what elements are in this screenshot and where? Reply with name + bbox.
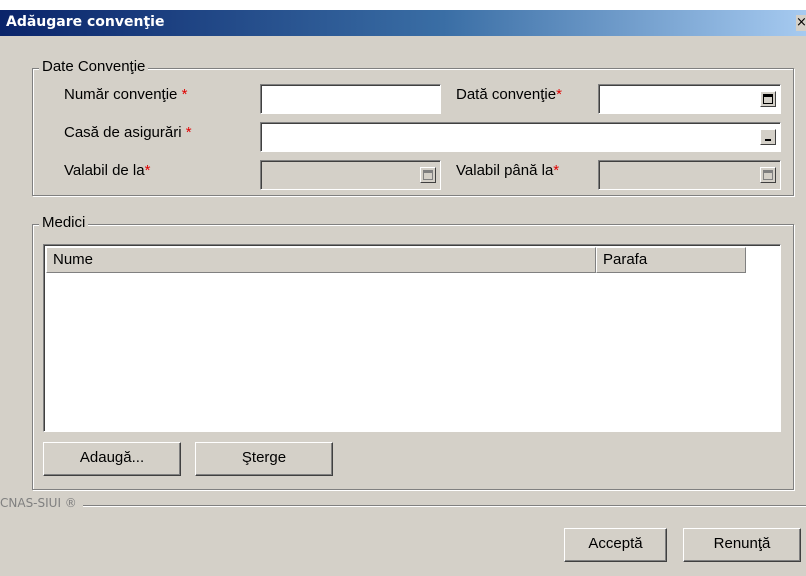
valabil-pana-la-label: Valabil până la* — [456, 162, 560, 179]
casa-lookup-button[interactable] — [760, 129, 776, 145]
column-header-parafa[interactable]: Parafa — [596, 247, 746, 273]
date-picker-button-disabled — [760, 167, 776, 183]
add-medic-button[interactable]: Adaugă... — [43, 442, 181, 476]
date-picker-button-disabled — [420, 167, 436, 183]
required-mark: * — [553, 162, 560, 179]
casa-asigurari-label: Casă de asigurări * — [64, 124, 192, 141]
data-conventie-label: Dată convenţie* — [456, 86, 562, 103]
required-mark: * — [181, 86, 188, 103]
dropdown-icon — [765, 139, 771, 141]
dialog-body: Date Convenţie Număr convenţie * Dată co… — [0, 36, 806, 576]
required-mark: * — [185, 124, 192, 141]
footer-separator — [0, 505, 806, 507]
medici-list[interactable]: Nume Parafa — [43, 244, 781, 432]
numar-conventie-input[interactable] — [260, 84, 441, 114]
date-picker-button[interactable] — [760, 91, 776, 107]
medici-group-legend: Medici — [39, 214, 89, 231]
dialog-title: Adăugare convenţie — [6, 14, 165, 30]
required-mark: * — [556, 86, 562, 103]
required-mark: * — [144, 162, 151, 179]
valabil-pana-la-field — [598, 160, 781, 190]
calendar-icon — [423, 170, 433, 180]
column-header-nume[interactable]: Nume — [46, 247, 596, 273]
dialog-titlebar: Adăugare convenţie × — [0, 10, 806, 36]
calendar-icon — [763, 94, 773, 104]
close-icon[interactable]: × — [796, 15, 806, 31]
data-conventie-field[interactable] — [598, 84, 781, 114]
casa-asigurari-combobox[interactable] — [260, 122, 781, 152]
cancel-button[interactable]: Renunţă — [683, 528, 801, 562]
valabil-de-la-field — [260, 160, 441, 190]
delete-medic-button[interactable]: Şterge — [195, 442, 333, 476]
calendar-icon — [763, 170, 773, 180]
brand-label: CNAS-SIUI ® — [0, 496, 83, 510]
numar-conventie-label: Număr convenţie * — [64, 86, 188, 103]
valabil-de-la-label: Valabil de la* — [64, 162, 151, 179]
accept-button[interactable]: Acceptă — [564, 528, 667, 562]
conventie-group-legend: Date Convenţie — [39, 58, 149, 75]
